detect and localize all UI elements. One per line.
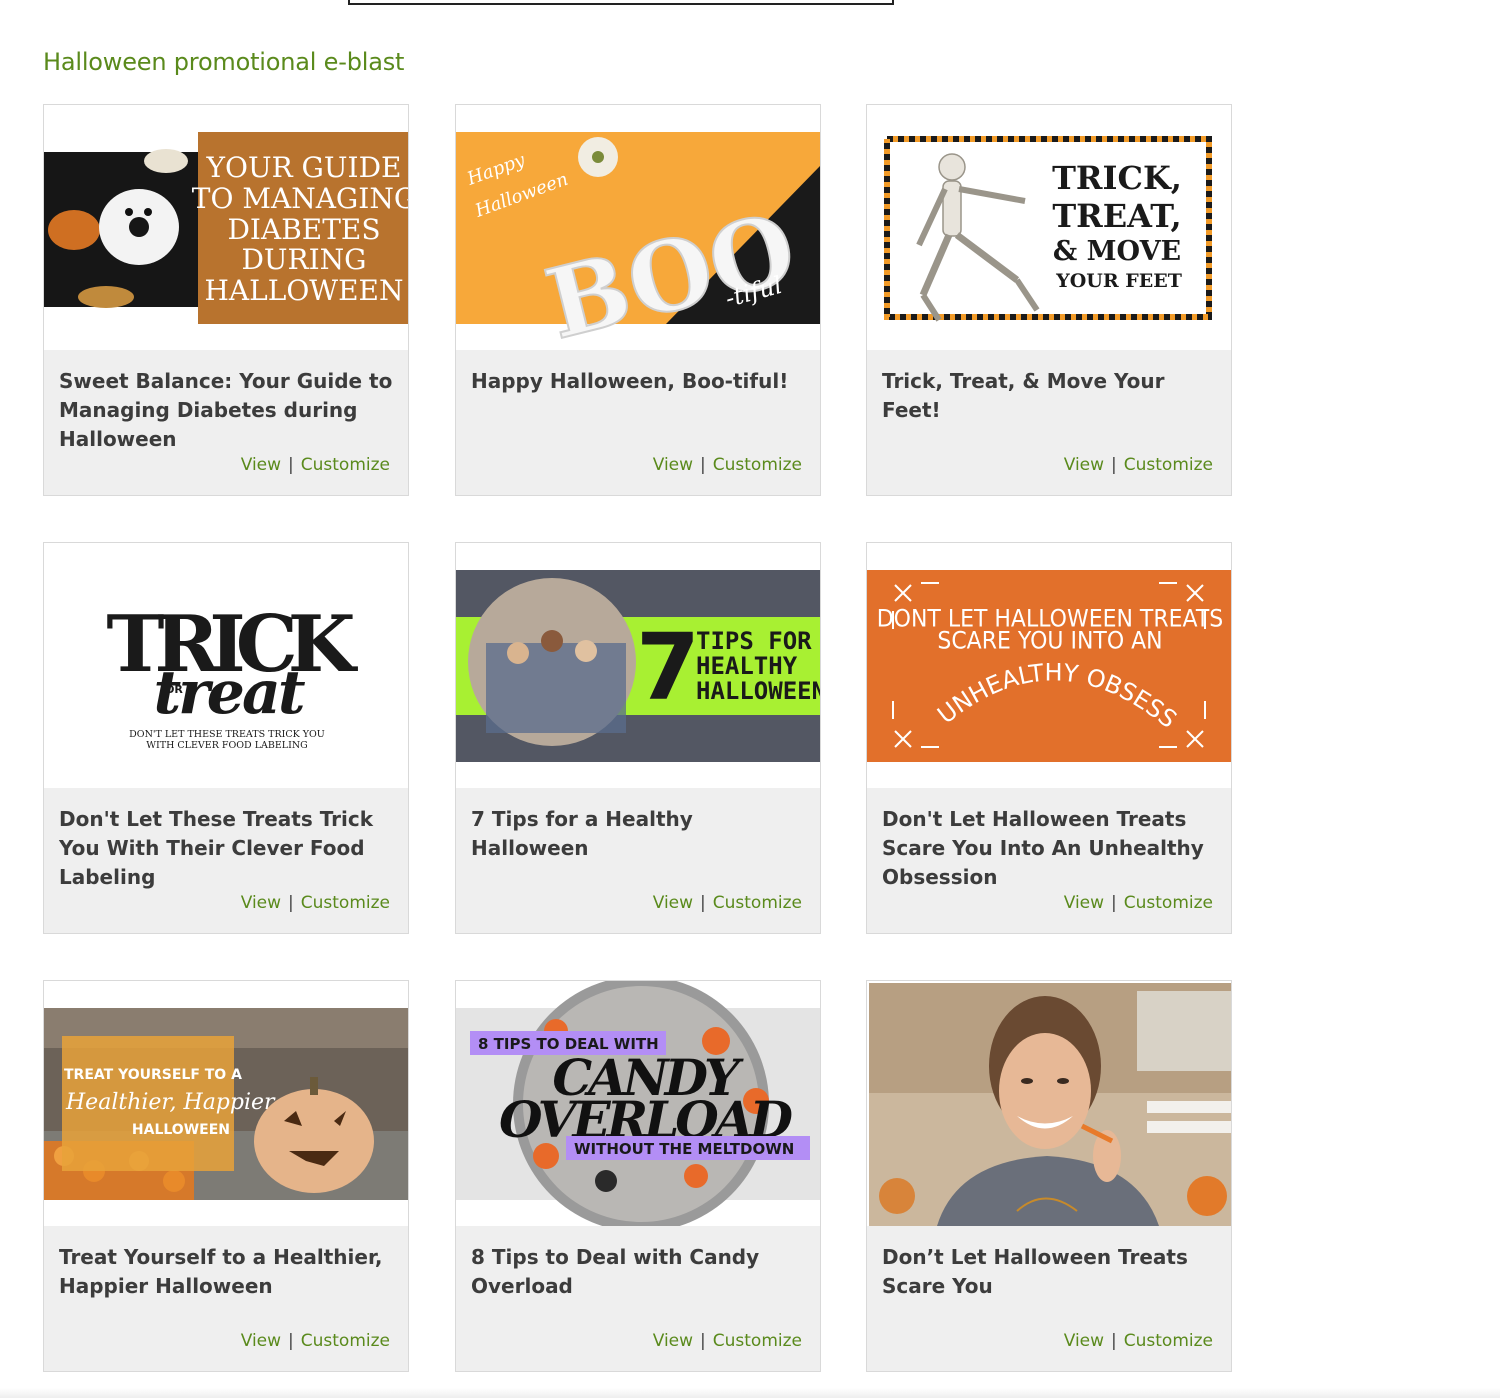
card-thumbnail[interactable]: DONT LET HALLOWEEN TREATS SCARE YOU INTO… xyxy=(867,543,1231,788)
card-actions: View | Customize xyxy=(653,455,802,475)
card-title: Trick, Treat, & Move Your Feet! xyxy=(882,369,1165,422)
separator: | xyxy=(288,893,294,913)
thumbnail-graphic xyxy=(869,983,1231,1226)
view-link[interactable]: View xyxy=(1064,893,1104,913)
image-text: SCARE YOU INTO AN xyxy=(937,628,1162,655)
view-link[interactable]: View xyxy=(653,1331,693,1351)
image-text: DON'T LET THESE TREATS TRICK YOU xyxy=(129,729,325,740)
card-thumbnail[interactable]: TRICK OR treat DON'T LET THESE TREATS TR… xyxy=(44,543,408,788)
template-card: TREAT YOURSELF TO A Healthier, Happier H… xyxy=(43,980,409,1372)
customize-link[interactable]: Customize xyxy=(1124,893,1213,913)
template-card: Happy Halloween BOO -tiful Happy Hallowe… xyxy=(455,104,821,496)
customize-link[interactable]: Customize xyxy=(713,1331,802,1351)
image-text: TRICK, xyxy=(1052,159,1182,197)
thumbnail-graphic: 8 TIPS TO DEAL WITH CANDY OVERLOAD WITHO… xyxy=(456,981,820,1226)
card-actions: View | Customize xyxy=(653,893,802,913)
card-title: Treat Yourself to a Healthier, Happier H… xyxy=(59,1245,383,1298)
card-actions: View | Customize xyxy=(1064,455,1213,475)
image-text: TO MANAGING xyxy=(192,182,408,215)
card-thumbnail[interactable]: 7 TIPS FOR A HEALTHY HALLOWEEN xyxy=(456,543,820,788)
view-link[interactable]: View xyxy=(241,455,281,475)
card-thumbnail[interactable]: TREAT YOURSELF TO A Healthier, Happier H… xyxy=(44,981,408,1226)
template-card: Don’t Let Halloween Treats Scare You Vie… xyxy=(866,980,1232,1372)
image-text: YOUR GUIDE xyxy=(206,151,402,184)
customize-link[interactable]: Customize xyxy=(1124,1331,1213,1351)
thumbnail-graphic: TRICK OR treat DON'T LET THESE TREATS TR… xyxy=(106,599,368,751)
image-text: Healthier, Happier xyxy=(65,1090,276,1115)
view-link[interactable]: View xyxy=(1064,455,1104,475)
template-card: TRICK OR treat DON'T LET THESE TREATS TR… xyxy=(43,542,409,934)
separator: | xyxy=(700,893,706,913)
image-text: HALLOWEEN xyxy=(696,677,820,705)
page-bottom-edge xyxy=(0,1388,1500,1398)
separator: | xyxy=(288,455,294,475)
separator: | xyxy=(1111,455,1117,475)
thumbnail-graphic: 7 TIPS FOR A HEALTHY HALLOWEEN xyxy=(456,570,820,762)
template-card: TRICK, TREAT, & MOVE YOUR FEET Trick, Tr… xyxy=(866,104,1232,496)
template-card: DONT LET HALLOWEEN TREATS SCARE YOU INTO… xyxy=(866,542,1232,934)
thumbnail-graphic: TRICK, TREAT, & MOVE YOUR FEET xyxy=(884,136,1212,322)
card-actions: View | Customize xyxy=(241,1331,390,1351)
template-card: 7 TIPS FOR A HEALTHY HALLOWEEN 7 Tips fo… xyxy=(455,542,821,934)
image-text: YOUR FEET xyxy=(1055,270,1182,292)
card-thumbnail[interactable]: 8 TIPS TO DEAL WITH CANDY OVERLOAD WITHO… xyxy=(456,981,820,1226)
card-actions: View | Customize xyxy=(1064,893,1213,913)
view-link[interactable]: View xyxy=(653,893,693,913)
template-card: 8 TIPS TO DEAL WITH CANDY OVERLOAD WITHO… xyxy=(455,980,821,1372)
separator: | xyxy=(1111,893,1117,913)
thumbnail-graphic: Happy Halloween BOO -tiful xyxy=(456,132,820,350)
image-text: DURING xyxy=(241,243,366,276)
view-link[interactable]: View xyxy=(241,893,281,913)
section-title: Halloween promotional e-blast xyxy=(43,48,405,76)
separator: | xyxy=(1111,1331,1117,1351)
card-title: Don't Let These Treats Trick You With Th… xyxy=(59,807,374,889)
card-actions: View | Customize xyxy=(241,893,390,913)
image-text: & MOVE xyxy=(1053,236,1181,267)
image-text: TREAT YOURSELF TO A xyxy=(64,1067,242,1083)
card-thumbnail[interactable]: YOUR GUIDE TO MANAGING DIABETES DURING H… xyxy=(44,105,408,350)
customize-link[interactable]: Customize xyxy=(713,455,802,475)
view-link[interactable]: View xyxy=(241,1331,281,1351)
card-title: Happy Halloween, Boo-tiful! xyxy=(471,369,789,393)
image-text: HALLOWEEN xyxy=(205,274,404,307)
card-thumbnail[interactable]: TRICK, TREAT, & MOVE YOUR FEET xyxy=(867,105,1231,350)
thumbnail-graphic: DONT LET HALLOWEEN TREATS SCARE YOU INTO… xyxy=(867,543,1231,762)
image-text: WITH CLEVER FOOD LABELING xyxy=(146,740,308,751)
separator: | xyxy=(700,1331,706,1351)
card-actions: View | Customize xyxy=(1064,1331,1213,1351)
image-text: 7 xyxy=(636,614,700,721)
image-text: WITHOUT THE MELTDOWN xyxy=(574,1140,794,1158)
separator: | xyxy=(288,1331,294,1351)
thumbnail-graphic: TREAT YOURSELF TO A Healthier, Happier H… xyxy=(44,1008,408,1200)
card-title: Don't Let Halloween Treats Scare You Int… xyxy=(882,807,1204,889)
image-text: treat xyxy=(153,658,305,728)
thumbnail-graphic: YOUR GUIDE TO MANAGING DIABETES DURING H… xyxy=(44,132,408,324)
image-text: TREAT, xyxy=(1052,197,1181,235)
card-thumbnail[interactable] xyxy=(867,981,1231,1226)
card-actions: View | Customize xyxy=(653,1331,802,1351)
customize-link[interactable]: Customize xyxy=(301,455,390,475)
template-card: YOUR GUIDE TO MANAGING DIABETES DURING H… xyxy=(43,104,409,496)
customize-link[interactable]: Customize xyxy=(301,893,390,913)
customize-link[interactable]: Customize xyxy=(301,1331,390,1351)
view-link[interactable]: View xyxy=(1064,1331,1104,1351)
card-actions: View | Customize xyxy=(241,455,390,475)
card-thumbnail[interactable]: Happy Halloween BOO -tiful xyxy=(456,105,820,350)
separator: | xyxy=(700,455,706,475)
top-frame-edge xyxy=(348,0,894,5)
view-link[interactable]: View xyxy=(653,455,693,475)
customize-link[interactable]: Customize xyxy=(713,893,802,913)
image-text: HALLOWEEN xyxy=(132,1122,230,1138)
card-title: Don’t Let Halloween Treats Scare You xyxy=(882,1245,1188,1298)
image-text: DIABETES xyxy=(227,213,380,246)
image-text: HEALTHY xyxy=(696,652,798,680)
card-title: 7 Tips for a Healthy Halloween xyxy=(471,807,693,860)
card-title: Sweet Balance: Your Guide to Managing Di… xyxy=(59,369,393,451)
card-title: 8 Tips to Deal with Candy Overload xyxy=(471,1245,760,1298)
image-text: TIPS FOR A xyxy=(696,627,820,655)
customize-link[interactable]: Customize xyxy=(1124,455,1213,475)
